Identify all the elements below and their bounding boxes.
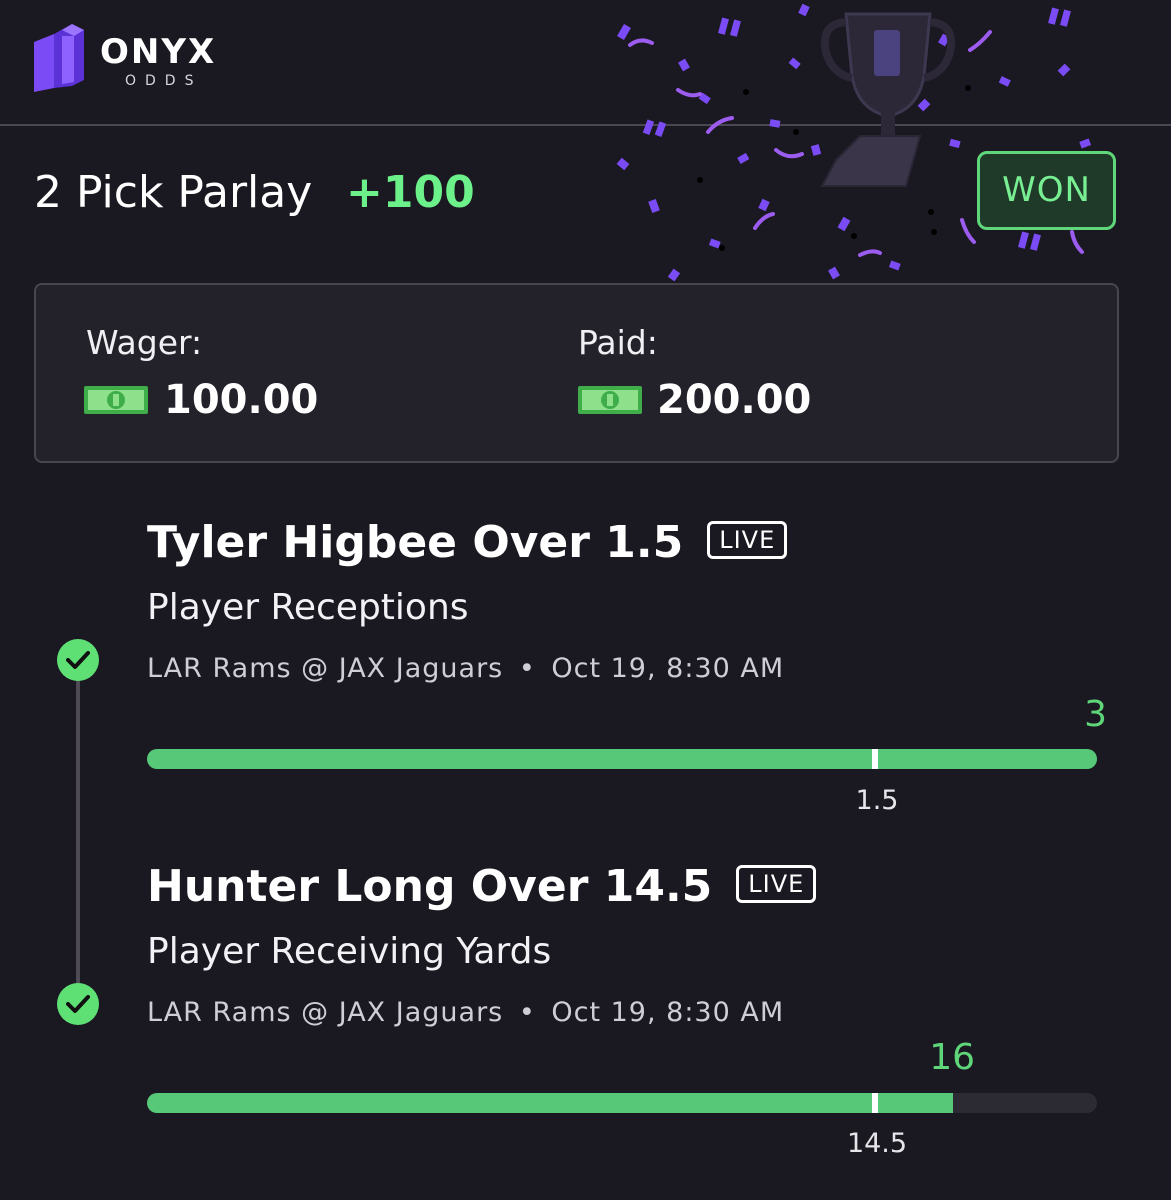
cash-icon	[578, 386, 642, 414]
pick-market: Player Receptions	[147, 587, 469, 628]
check-circle-icon	[57, 639, 99, 681]
line-marker	[871, 1093, 878, 1113]
timeline-connector	[76, 680, 80, 988]
pick-game-info: LAR Rams @ JAX Jaguars • Oct 19, 8:30 AM	[147, 996, 784, 1030]
progress-bar	[147, 749, 1097, 769]
line-value: 1.5	[855, 785, 899, 816]
brand-subtitle: ODDS	[125, 73, 203, 89]
paid-label: Paid:	[578, 323, 658, 362]
progress-fill	[147, 1093, 953, 1113]
game-matchup: LAR Rams @ JAX Jaguars	[147, 997, 504, 1028]
wager-summary-card: Wager: 100.00 Paid: 200.00	[34, 283, 1119, 463]
result-value: 3	[1084, 694, 1107, 735]
status-badge: WON	[977, 151, 1116, 230]
live-badge: LIVE	[736, 865, 817, 903]
onyx-logo-icon[interactable]	[32, 22, 86, 94]
confetti-icon	[616, 3, 1092, 282]
cash-icon	[84, 386, 148, 414]
result-value: 16	[929, 1037, 975, 1078]
pick-market: Player Receiving Yards	[147, 931, 552, 972]
pick-game-info: LAR Rams @ JAX Jaguars • Oct 19, 8:30 AM	[147, 652, 784, 686]
paid-amount: 200.00	[657, 377, 812, 423]
live-badge: LIVE	[707, 521, 788, 559]
separator-dot: •	[518, 997, 536, 1028]
check-circle-icon	[57, 983, 99, 1025]
game-time: Oct 19, 8:30 AM	[551, 997, 785, 1028]
game-matchup: LAR Rams @ JAX Jaguars	[147, 653, 504, 684]
game-time: Oct 19, 8:30 AM	[551, 653, 785, 684]
wager-label: Wager:	[86, 323, 203, 362]
parlay-odds: +100	[346, 167, 475, 218]
pick-title-text: Hunter Long Over 14.5	[147, 861, 713, 912]
separator-dot: •	[518, 653, 536, 684]
trophy-icon	[820, 12, 955, 187]
pick-title[interactable]: Hunter Long Over 14.5 LIVE	[147, 861, 817, 913]
progress-fill	[147, 749, 1097, 769]
page-title: 2 Pick Parlay	[34, 167, 313, 218]
pick-title[interactable]: Tyler Higbee Over 1.5 LIVE	[147, 517, 788, 569]
line-value: 14.5	[846, 1128, 908, 1159]
progress-bar	[147, 1093, 1097, 1113]
brand-name: ONYX	[100, 32, 217, 72]
line-marker	[871, 749, 878, 769]
wager-amount: 100.00	[164, 377, 319, 423]
pick-title-text: Tyler Higbee Over 1.5	[147, 517, 684, 568]
